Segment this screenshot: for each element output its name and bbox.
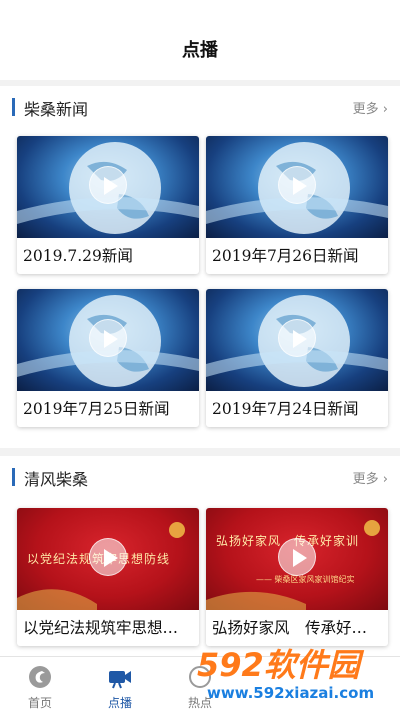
tab-home[interactable]: 首页 — [0, 663, 80, 710]
video-caption: 弘扬好家风 传承好… — [212, 619, 368, 637]
video-caption: 2019年7月25日新闻 — [23, 400, 170, 418]
section-title: 清风柴桑 — [24, 470, 89, 489]
more-label: 更多 — [352, 102, 379, 117]
tab-vod[interactable]: 点播 — [80, 663, 160, 710]
section-title: 柴桑新闻 — [24, 100, 89, 119]
more-link[interactable]: 更多 › — [353, 98, 388, 117]
watermark-url: www.592xiazai.com — [207, 684, 375, 702]
video-thumbnail: 以党纪法规筑牢思想防线 — [17, 508, 199, 610]
tab-label: 首页 — [27, 696, 52, 710]
video-caption: 2019年7月26日新闻 — [212, 247, 359, 265]
chevron-right-icon: › — [382, 102, 388, 117]
home-logo-icon — [28, 665, 52, 689]
video-card[interactable]: 2019年7月24日新闻 — [206, 289, 388, 427]
video-card[interactable]: 2019年7月25日新闻 — [17, 289, 199, 427]
watermark-brand: 592软件园 — [197, 646, 360, 684]
play-icon — [278, 166, 316, 204]
video-thumbnail — [17, 289, 199, 391]
section-qingfeng-chaisang: 清风柴桑 更多 › 以党纪法规筑牢思想防线 以党纪法规筑牢思想… 弘扬好家风 传… — [0, 456, 400, 656]
video-card[interactable]: 2019.7.29新闻 — [17, 136, 199, 274]
play-icon — [278, 319, 316, 357]
video-caption: 2019年7月24日新闻 — [212, 400, 359, 418]
top-bar: 点播 — [0, 0, 400, 80]
play-icon — [89, 166, 127, 204]
video-thumbnail — [17, 136, 199, 238]
video-thumbnail — [206, 136, 388, 238]
video-card[interactable]: 以党纪法规筑牢思想防线 以党纪法规筑牢思想… — [17, 508, 199, 646]
section-accent-bar — [12, 468, 15, 486]
play-icon — [89, 319, 127, 357]
watermark-logo: 592软件园 www.592xiazai.com — [195, 640, 400, 711]
play-icon — [278, 538, 316, 576]
more-label: 更多 — [352, 472, 379, 487]
play-icon — [89, 538, 127, 576]
more-link[interactable]: 更多 › — [353, 468, 388, 487]
section-header: 柴桑新闻 更多 › — [0, 86, 400, 128]
chevron-right-icon: › — [382, 472, 388, 487]
video-caption: 2019.7.29新闻 — [23, 247, 133, 265]
tab-label: 点播 — [107, 696, 132, 710]
video-card[interactable]: 弘扬好家风 传承好家训 —— 柴桑区家风家训馆纪实 弘扬好家风 传承好… — [206, 508, 388, 646]
video-card[interactable]: 2019年7月26日新闻 — [206, 136, 388, 274]
section-accent-bar — [12, 98, 15, 116]
thumbnail-subtext: —— 柴桑区家风家训馆纪实 — [256, 575, 355, 584]
section-header: 清风柴桑 更多 › — [0, 456, 400, 498]
section-chaisang-news: 柴桑新闻 更多 › 2019.7.29新闻 2019年7月26日新闻 2019年… — [0, 86, 400, 448]
page-title: 点播 — [182, 40, 218, 61]
video-thumbnail: 弘扬好家风 传承好家训 —— 柴桑区家风家训馆纪实 — [206, 508, 388, 610]
video-camera-icon — [108, 665, 132, 689]
video-caption: 以党纪法规筑牢思想… — [23, 619, 179, 637]
video-thumbnail — [206, 289, 388, 391]
